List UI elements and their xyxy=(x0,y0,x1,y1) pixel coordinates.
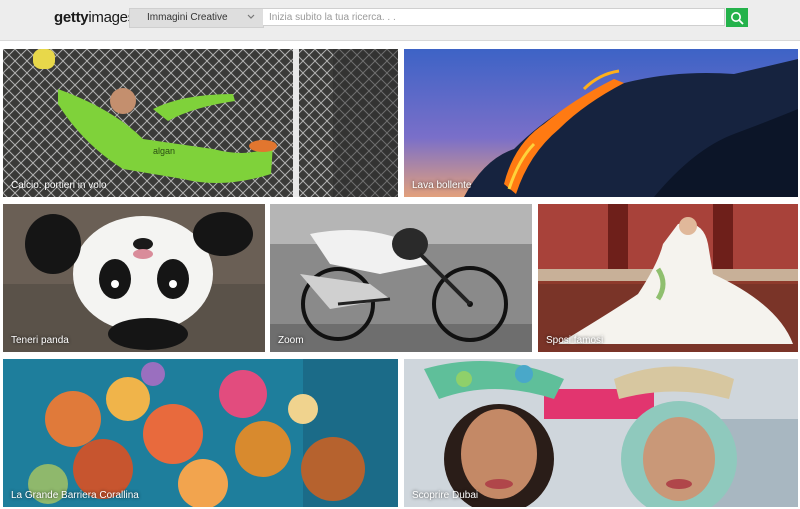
tile-grande-barriera[interactable]: La Grande Barriera Corallina xyxy=(3,359,398,507)
wedding-dress-photo xyxy=(538,204,798,352)
tile-calcio-portieri[interactable]: algan Calcio: portieri in volo xyxy=(3,49,398,197)
dubai-women-photo xyxy=(404,359,798,507)
tile-caption: La Grande Barriera Corallina xyxy=(11,490,139,501)
tile-zoom[interactable]: Zoom xyxy=(270,204,532,352)
search-input[interactable] xyxy=(263,8,725,26)
tile-caption: Lava bollente xyxy=(412,180,472,191)
lava-photo xyxy=(404,49,798,197)
logo-bold-text: getty xyxy=(54,9,89,26)
tile-teneri-panda[interactable]: Teneri panda xyxy=(3,204,265,352)
tile-caption: Sposi famosi xyxy=(546,335,604,346)
tile-caption: Scoprire Dubai xyxy=(412,490,479,501)
top-bar: gettyimages Immagini Creative xyxy=(0,0,800,41)
svg-text:algan: algan xyxy=(153,146,175,156)
search-icon xyxy=(731,12,744,25)
tile-caption: Zoom xyxy=(278,335,304,346)
tile-scoprire-dubai[interactable]: Scoprire Dubai xyxy=(404,359,798,507)
goalkeeper-photo: algan xyxy=(3,49,398,197)
tile-caption: Calcio: portieri in volo xyxy=(11,180,107,191)
logo-light-text: images xyxy=(88,9,135,26)
chevron-down-icon xyxy=(247,14,255,19)
tile-lava-bollente[interactable]: Lava bollente xyxy=(404,49,798,197)
gettyimages-logo[interactable]: gettyimages xyxy=(54,9,135,26)
coral-reef-photo xyxy=(3,359,398,507)
racer-bike-photo xyxy=(270,204,532,352)
search-button[interactable] xyxy=(726,8,748,27)
category-dropdown[interactable]: Immagini Creative xyxy=(129,8,264,28)
tile-caption: Teneri panda xyxy=(11,335,69,346)
category-dropdown-value: Immagini Creative xyxy=(147,12,228,23)
tile-sposi-famosi[interactable]: Sposi famosi xyxy=(538,204,798,352)
panda-photo xyxy=(3,204,265,352)
